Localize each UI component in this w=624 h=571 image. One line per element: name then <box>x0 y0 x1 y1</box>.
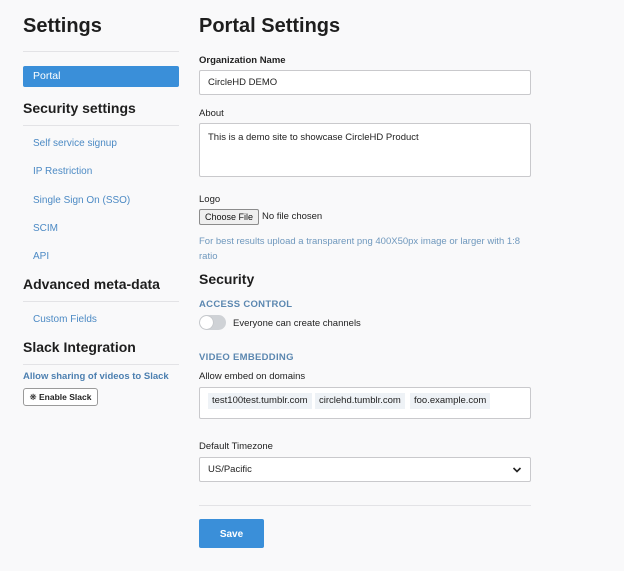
sidebar-divider <box>23 364 179 365</box>
domain-tag[interactable]: foo.example.com <box>410 393 491 409</box>
enable-slack-label: Enable Slack <box>39 392 92 402</box>
sidebar-title: Settings <box>23 15 102 37</box>
form-divider <box>199 505 531 506</box>
sidebar-divider <box>23 301 179 302</box>
toggle-knob <box>200 316 213 329</box>
default-timezone-label: Default Timezone <box>199 441 273 452</box>
sidebar-divider <box>23 51 179 52</box>
choose-file-button[interactable]: Choose File <box>199 209 259 225</box>
sidebar-divider <box>23 125 179 126</box>
timezone-select[interactable]: US/Pacific <box>199 457 531 482</box>
sidebar-item-api[interactable]: API <box>33 251 49 262</box>
logo-label: Logo <box>199 194 221 205</box>
slack-icon: ❋ <box>29 392 37 402</box>
save-button[interactable]: Save <box>199 519 264 548</box>
logo-hint: For best results upload a transparent pn… <box>199 236 521 262</box>
about-value: This is a demo site to showcase CircleHD… <box>208 132 419 143</box>
slack-sharing-label: Allow sharing of videos to Slack <box>23 371 169 382</box>
slack-integration-heading: Slack Integration <box>23 339 136 355</box>
embed-domains-label: Allow embed on domains <box>199 371 306 382</box>
sidebar-item-scim[interactable]: SCIM <box>33 223 58 234</box>
sidebar-item-self-service-signup[interactable]: Self service signup <box>33 138 117 149</box>
file-status: No file chosen <box>262 211 323 222</box>
chevron-down-icon <box>512 467 522 473</box>
enable-slack-button[interactable]: ❋ Enable Slack <box>23 388 98 406</box>
access-control-heading: ACCESS CONTROL <box>199 299 293 310</box>
sidebar-item-sso[interactable]: Single Sign On (SSO) <box>33 195 130 206</box>
sidebar-item-custom-fields[interactable]: Custom Fields <box>33 314 97 325</box>
domain-tag[interactable]: test100test.tumblr.com <box>208 393 312 409</box>
create-channels-toggle[interactable] <box>199 315 226 330</box>
domain-tag[interactable]: circlehd.tumblr.com <box>315 393 405 409</box>
organization-name-label: Organization Name <box>199 55 286 66</box>
security-heading: Security <box>199 271 255 287</box>
about-textarea[interactable]: This is a demo site to showcase CircleHD… <box>199 123 531 177</box>
organization-name-value: CircleHD DEMO <box>208 77 278 88</box>
advanced-meta-data-heading: Advanced meta-data <box>23 276 160 292</box>
timezone-value: US/Pacific <box>208 464 252 475</box>
security-settings-heading: Security settings <box>23 100 136 116</box>
video-embedding-heading: VIDEO EMBEDDING <box>199 352 294 363</box>
embed-domains-input[interactable]: test100test.tumblr.com circlehd.tumblr.c… <box>199 387 531 419</box>
about-label: About <box>199 108 224 119</box>
page-title: Portal Settings <box>199 15 341 37</box>
organization-name-input[interactable]: CircleHD DEMO <box>199 70 531 95</box>
create-channels-label: Everyone can create channels <box>233 318 361 329</box>
sidebar-item-portal[interactable]: Portal <box>23 66 179 87</box>
sidebar-item-ip-restriction[interactable]: IP Restriction <box>33 166 92 177</box>
